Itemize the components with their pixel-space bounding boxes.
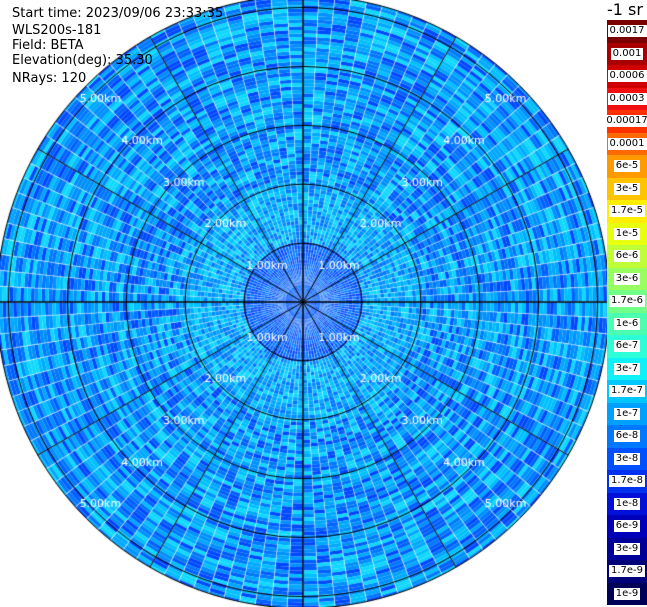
colorbar-swatch: 0.0001 (607, 132, 647, 155)
colorbar-tick-label: 1.7e-9 (608, 565, 646, 578)
colorbar-swatch: 1e-8 (607, 492, 647, 515)
colorbar-swatch: 3e-5 (607, 177, 647, 200)
colorbar-tick-label: 3e-6 (613, 272, 641, 285)
colorbar-tick-label: 0.0001 (607, 137, 647, 150)
colorbar-tick-label: 1e-6 (613, 317, 641, 330)
colorbar-swatch: 6e-6 (607, 245, 647, 268)
field-label: Field: BETA (12, 38, 84, 53)
colorbar-swatch: 3e-6 (607, 267, 647, 290)
elevation-label: Elevation(deg): 35.30 (12, 53, 153, 68)
colorbar-tick-label: 0.0017 (607, 25, 647, 38)
colorbar-swatch: 6e-7 (607, 335, 647, 358)
ppi-plot (0, 0, 647, 607)
colorbar-swatch: 1e-5 (607, 222, 647, 245)
colorbar-swatch: 0.001 (607, 42, 647, 65)
colorbar-tick-label: 0.0006 (607, 70, 647, 83)
instrument-label: WLS200s-181 (12, 23, 102, 38)
start-time-label: Start time: 2023/09/06 23:33:35 (12, 6, 224, 21)
colorbar-tick-label: 1e-7 (613, 407, 641, 420)
colorbar-swatch: 3e-9 (607, 537, 647, 560)
colorbar-tick-label: 1.7e-6 (608, 295, 646, 308)
colorbar-swatch: 0.00017 (604, 110, 647, 133)
colorbar-swatch: 3e-8 (607, 447, 647, 470)
colorbar-tick-label: 3e-9 (613, 542, 641, 555)
colorbar-tick-label: 6e-7 (613, 340, 641, 353)
colorbar-swatch: 6e-8 (607, 425, 647, 448)
colorbar-swatch: 1.7e-7 (607, 380, 647, 403)
colorbar-swatch: 1.7e-9 (607, 560, 647, 583)
colorbar-swatch: 1.7e-8 (607, 470, 647, 493)
colorbar-tick-label: 3e-8 (613, 452, 641, 465)
colorbar-tick-label: 0.0003 (607, 92, 647, 105)
colorbar-tick-label: 1.7e-8 (608, 475, 646, 488)
colorbar-tick-label: 3e-5 (613, 182, 641, 195)
colorbar-tick-label: 1.7e-7 (608, 385, 646, 398)
colorbar-tick-label: 3e-7 (613, 362, 641, 375)
colorbar-tick-label: 1e-5 (613, 227, 641, 240)
colorbar-tick-label: 6e-8 (613, 430, 641, 443)
colorbar-swatch: 3e-7 (607, 357, 647, 380)
colorbar-tick-label: 0.001 (610, 47, 644, 60)
colorbar-swatch: 6e-5 (607, 155, 647, 178)
colorbar-tick-label: 0.00017 (604, 115, 647, 128)
colorbar-swatch: 0.0006 (607, 65, 647, 88)
nrays-label: NRays: 120 (12, 71, 87, 86)
colorbar-swatch: 1e-7 (607, 402, 647, 425)
colorbar-swatch: 0.0017 (607, 20, 647, 43)
colorbar-swatch: 0.0003 (607, 87, 647, 110)
colorbar-tick-label: 1e-9 (613, 587, 641, 600)
colorbar-tick-label: 1.7e-5 (608, 205, 646, 218)
colorbar-unit: -1 sr (607, 0, 643, 19)
colorbar-tick-label: 6e-9 (613, 520, 641, 533)
colorbar-swatch: 1.7e-5 (607, 200, 647, 223)
colorbar-tick-label: 1e-8 (613, 497, 641, 510)
colorbar-tick-label: 6e-6 (613, 250, 641, 263)
colorbar-swatch: 1e-6 (607, 312, 647, 335)
colorbar-tick-label: 6e-5 (613, 160, 641, 173)
colorbar-swatch: 1.7e-6 (607, 290, 647, 313)
colorbar-swatch: 1e-9 (607, 582, 647, 605)
colorbar-swatch: 6e-9 (607, 515, 647, 538)
